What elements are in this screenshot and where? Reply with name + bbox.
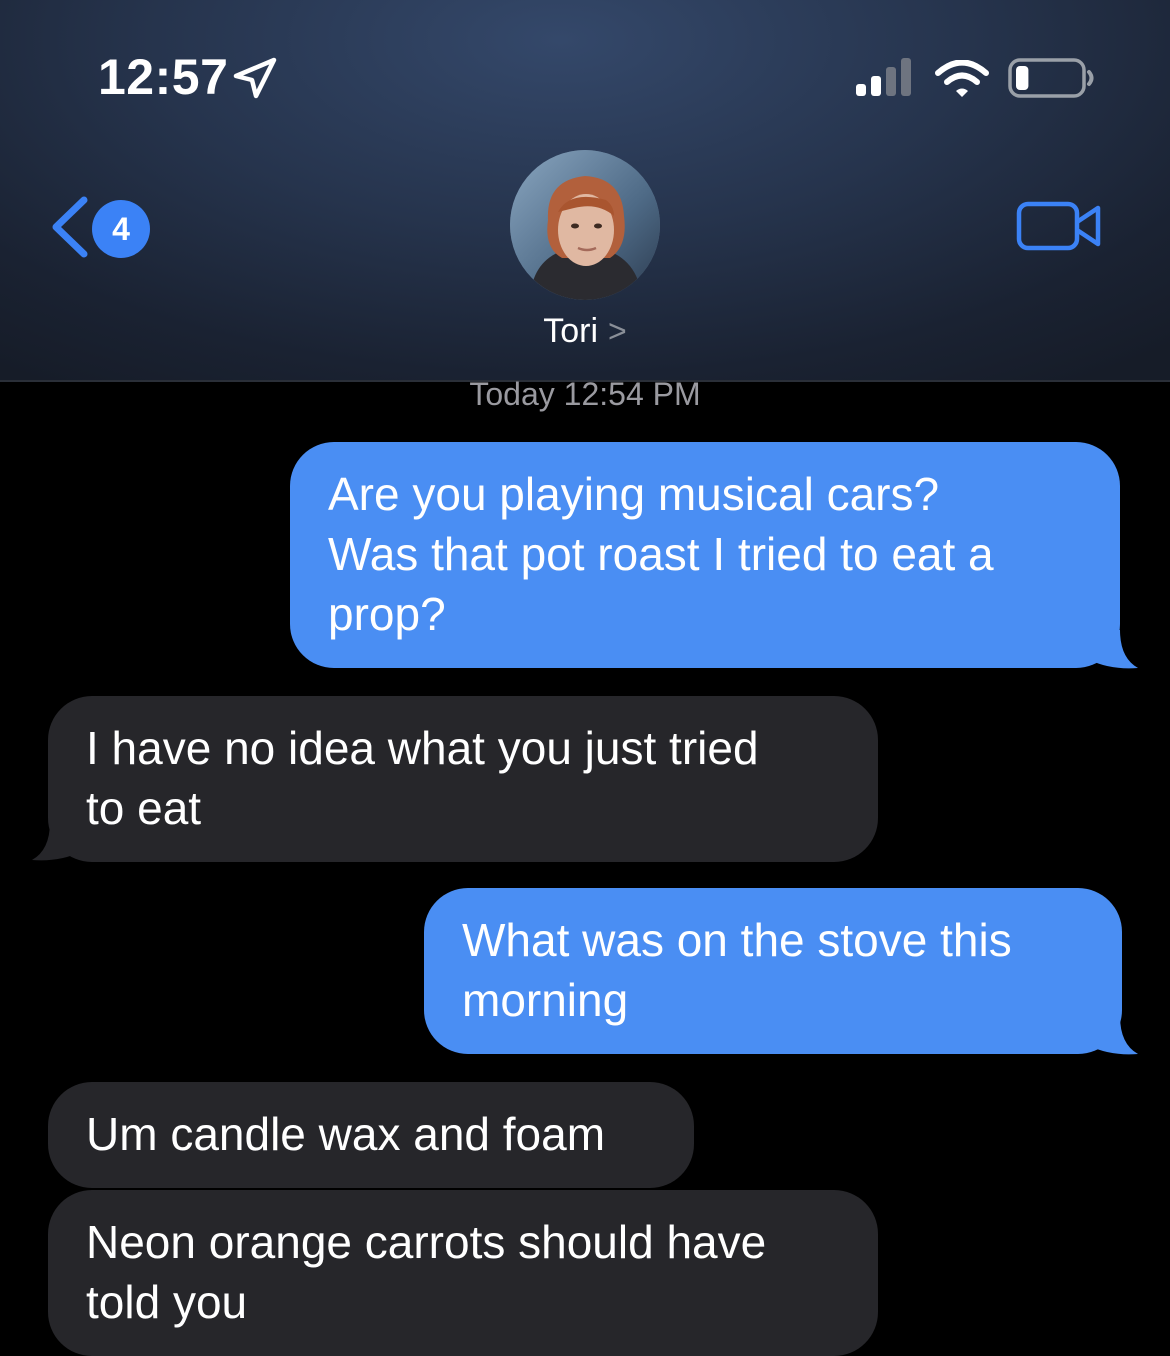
message-bubble-sent[interactable]: What was on the stove this morning [424, 888, 1122, 1054]
bubble-tail [32, 822, 80, 861]
cellular-signal-icon [856, 58, 911, 96]
wifi-icon [935, 60, 989, 97]
message-bubble-sent[interactable]: Are you playing musical cars? Was that p… [290, 442, 1120, 668]
unread-count-badge: 4 [92, 200, 150, 258]
back-button[interactable]: 4 [40, 192, 170, 262]
contact-name-button[interactable]: Tori > [0, 312, 1170, 351]
message-bubble-received[interactable]: Neon orange carrots should have told you [48, 1190, 878, 1356]
bubble-tail [1090, 1016, 1138, 1055]
video-camera-icon[interactable] [1014, 196, 1104, 256]
contact-name: Tori [543, 312, 599, 350]
message-bubble-received[interactable]: Um candle wax and foam [48, 1082, 694, 1188]
status-time: 12:57 [98, 49, 229, 105]
chevron-left-icon [52, 196, 88, 258]
avatar-photo [510, 150, 660, 300]
chevron-right-icon: > [608, 313, 627, 349]
contact-avatar[interactable] [510, 150, 660, 300]
bubble-tail [1090, 630, 1138, 669]
thread-timestamp: Today 12:54 PM [469, 376, 701, 412]
location-arrow-icon [233, 57, 277, 99]
battery-low-icon [1008, 58, 1094, 98]
message-bubble-received[interactable]: I have no idea what you just tried to ea… [48, 696, 878, 862]
